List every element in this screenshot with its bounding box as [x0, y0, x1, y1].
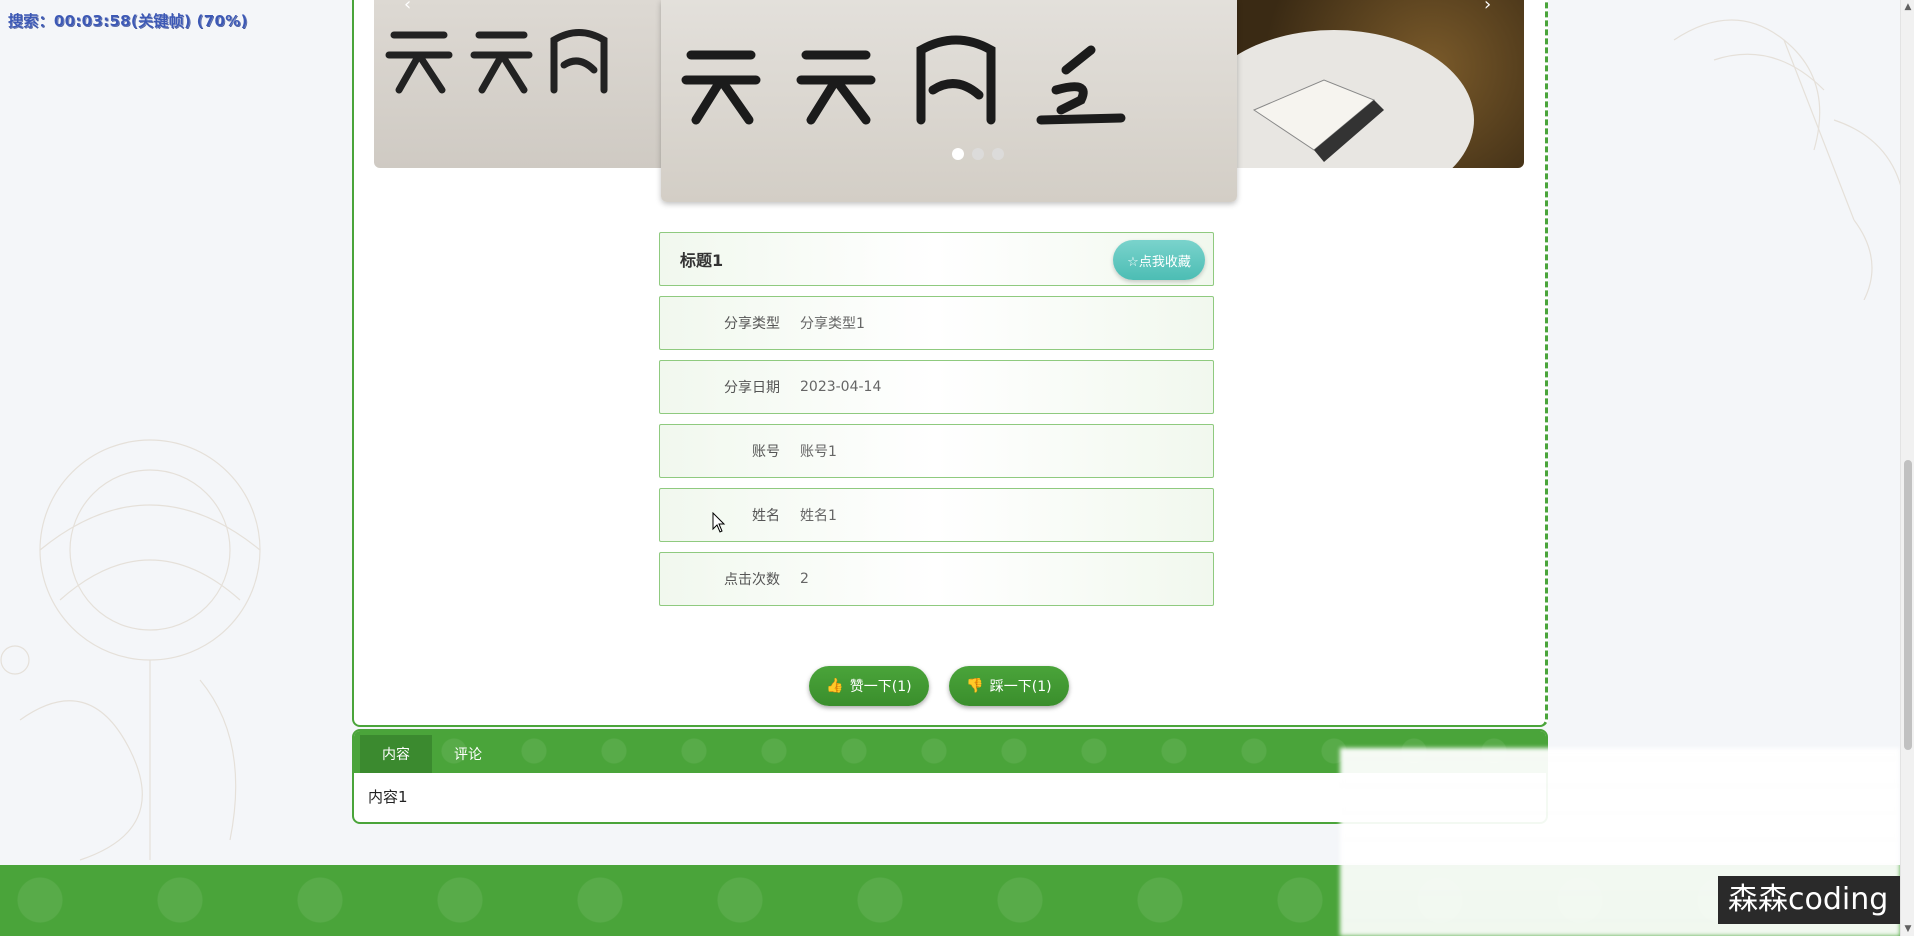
calligraphy-image: [385, 29, 608, 94]
scroll-down-icon[interactable]: ▼: [1901, 922, 1914, 936]
field-row-name: 姓名 姓名1: [659, 488, 1214, 542]
field-label: 账号: [752, 444, 780, 460]
field-value: 2: [800, 571, 809, 587]
page-scrollbar[interactable]: ▲ ▼: [1900, 0, 1914, 936]
carousel-dots: [952, 148, 1004, 160]
chevron-left-icon[interactable]: ‹: [404, 0, 411, 15]
dislike-label: 踩一下(1): [989, 679, 1052, 695]
thumbs-down-icon: 👎: [966, 678, 984, 694]
image-carousel[interactable]: ‹ ›: [374, 0, 1524, 202]
field-label: 分享日期: [724, 380, 780, 396]
tab-content[interactable]: 内容: [360, 735, 432, 773]
thumbs-up-icon: 👍: [826, 678, 844, 694]
book-photo: [1214, 30, 1474, 168]
field-row-click-count: 点击次数 2: [659, 552, 1214, 606]
field-row-share-type: 分享类型 分享类型1: [659, 296, 1214, 350]
field-value: 2023-04-14: [800, 379, 882, 395]
calligraphy-image: [681, 35, 1126, 125]
lotus-decoration-left: [0, 439, 261, 861]
field-label: 点击次数: [724, 572, 780, 588]
mouse-cursor-icon: [712, 512, 726, 533]
dislike-button[interactable]: 👎 踩一下(1): [949, 666, 1069, 706]
like-label: 赞一下(1): [849, 679, 912, 695]
like-button[interactable]: 👍 赞一下(1): [809, 666, 929, 706]
scroll-up-icon[interactable]: ▲: [1901, 0, 1914, 14]
carousel-dot-1[interactable]: [952, 148, 964, 160]
field-value: 分享类型1: [800, 316, 865, 332]
carousel-slide-prev[interactable]: [374, 0, 704, 168]
favorite-button[interactable]: ☆点我收藏: [1113, 240, 1205, 280]
field-row-account: 账号 账号1: [659, 424, 1214, 478]
carousel-slide-current[interactable]: [661, 0, 1237, 202]
lotus-decoration-right: [1673, 19, 1905, 300]
tab-comments[interactable]: 评论: [432, 735, 504, 773]
title-row: 标题1 ☆点我收藏: [659, 232, 1214, 286]
carousel-dot-3[interactable]: [992, 148, 1004, 160]
field-label: 分享类型: [724, 316, 780, 332]
field-row-share-date: 分享日期 2023-04-14: [659, 360, 1214, 414]
chevron-right-icon[interactable]: ›: [1484, 0, 1491, 15]
recording-overlay: 搜索：00:03:58(关键帧) (70%): [8, 12, 248, 30]
scroll-thumb[interactable]: [1904, 460, 1912, 750]
watermark: 森森coding: [1718, 876, 1904, 924]
field-value: 姓名1: [800, 508, 837, 524]
detail-title: 标题1: [680, 251, 724, 270]
carousel-slide-next[interactable]: [1214, 0, 1524, 168]
carousel-dot-2[interactable]: [972, 148, 984, 160]
field-value: 账号1: [800, 444, 837, 460]
